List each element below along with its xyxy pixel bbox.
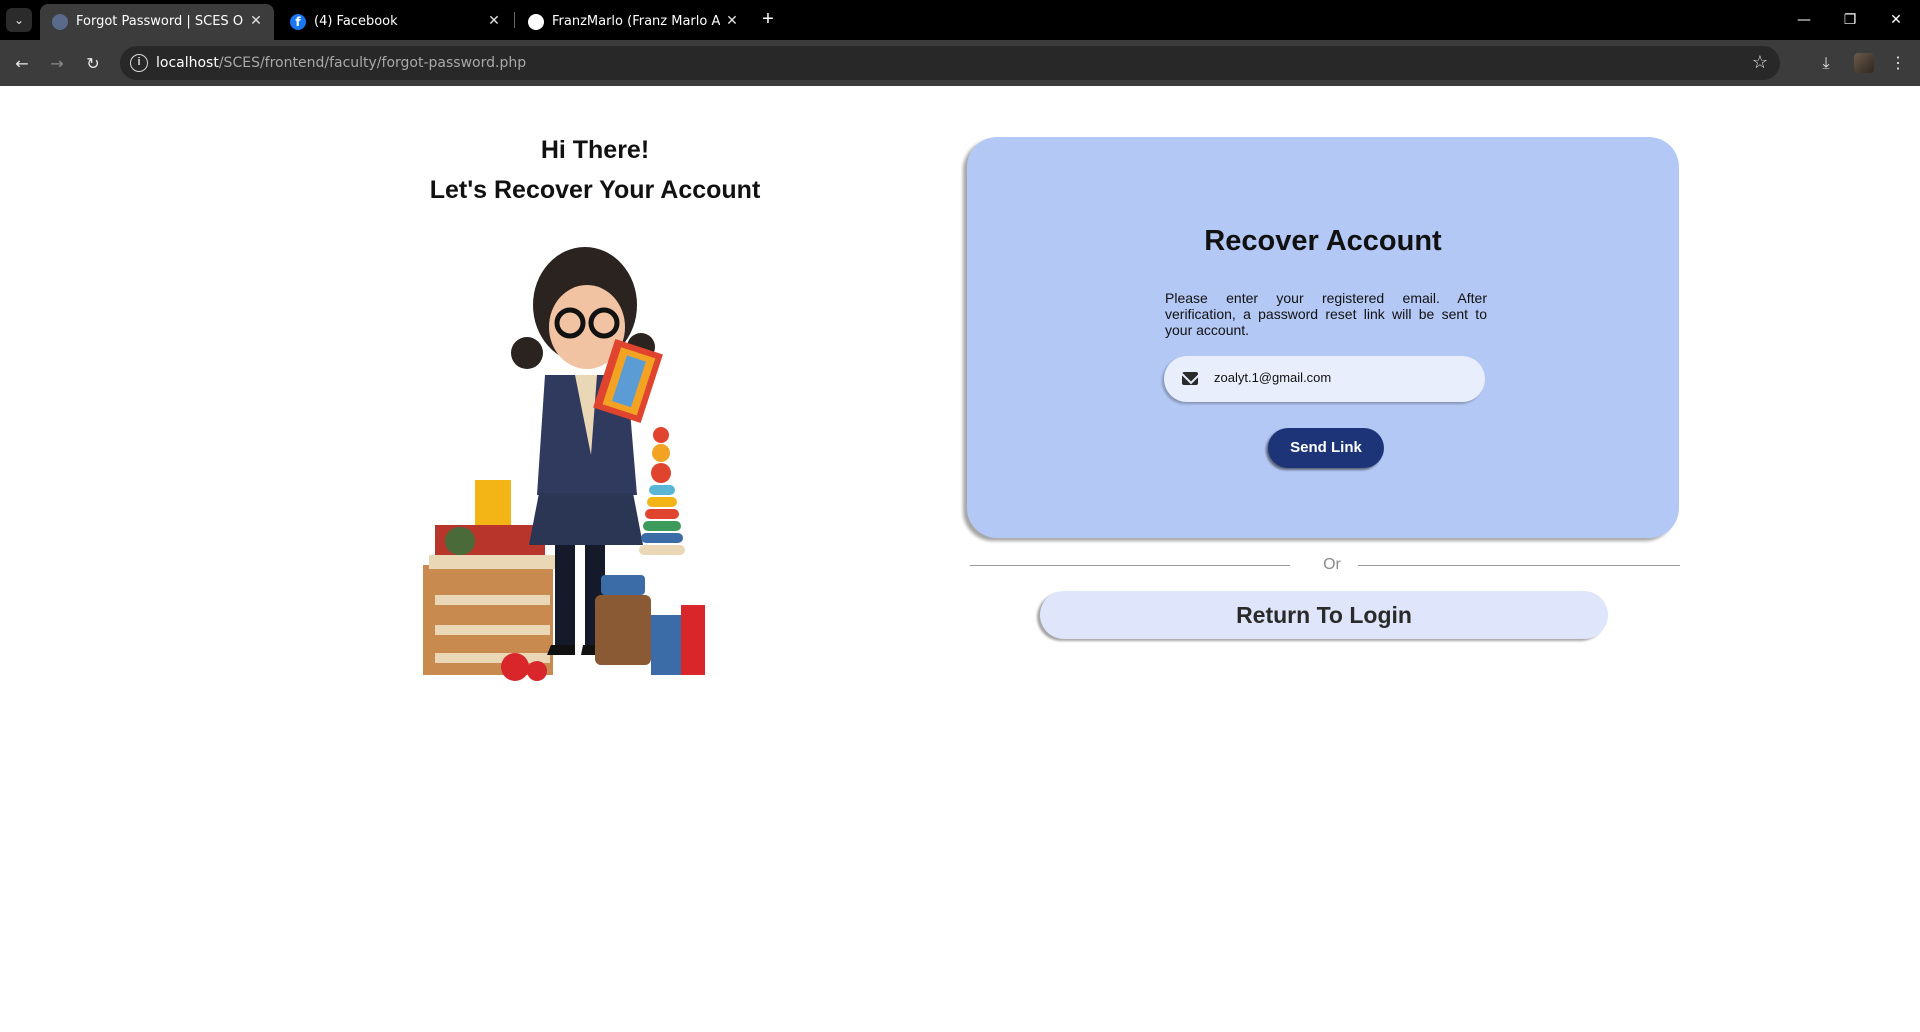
greeting-text: Hi There! — [540, 136, 650, 164]
card-description: Please enter your registered email. Afte… — [1165, 290, 1487, 338]
welcome-heading: Hi There! Let's Recover Your Account — [400, 130, 790, 210]
tab-search-chevron-icon[interactable]: ⌄ — [6, 8, 32, 32]
tab-github[interactable]: FranzMarlo (Franz Marlo Andal) ✕ — [516, 4, 750, 40]
or-divider: Or — [970, 554, 1680, 576]
tab-separator — [514, 12, 515, 28]
tab-title: Forgot Password | SCES Online — [76, 14, 244, 29]
address-bar[interactable]: i localhost/SCES/frontend/faculty/forgot… — [120, 46, 1780, 80]
url-path: /SCES/frontend/faculty/forgot-password.p… — [218, 55, 527, 71]
menu-dots-icon[interactable]: ⋮ — [1884, 50, 1912, 78]
reload-icon[interactable]: ↻ — [79, 50, 107, 78]
profile-avatar[interactable] — [1854, 53, 1874, 73]
facebook-icon: f — [290, 14, 306, 30]
envelope-icon — [1182, 372, 1198, 385]
close-icon[interactable]: ✕ — [484, 11, 504, 31]
or-label: Or — [1323, 556, 1341, 573]
send-link-button[interactable]: Send Link — [1268, 428, 1384, 468]
recover-subtitle: Let's Recover Your Account — [429, 176, 761, 204]
github-icon — [528, 14, 544, 30]
tab-forgot-password[interactable]: Forgot Password | SCES Online ✕ — [40, 4, 274, 40]
url-host: localhost — [156, 55, 219, 71]
teacher-with-books-illustration — [423, 247, 705, 681]
globe-icon — [52, 14, 68, 30]
browser-tab-bar: ⌄ Forgot Password | SCES Online ✕ f (4) … — [0, 0, 1920, 40]
back-arrow-icon[interactable]: ← — [8, 50, 36, 78]
email-value[interactable]: zoalyt.1@gmail.com — [1214, 370, 1331, 385]
recover-account-card: Recover Account Please enter your regist… — [967, 137, 1679, 538]
tab-title: (4) Facebook — [314, 14, 398, 29]
window-close-icon[interactable]: ✕ — [1876, 6, 1916, 34]
return-to-login-button[interactable]: Return To Login — [1040, 591, 1608, 639]
forward-arrow-icon[interactable]: → — [43, 50, 71, 78]
close-icon[interactable]: ✕ — [722, 11, 742, 31]
site-info-icon[interactable]: i — [130, 54, 148, 72]
browser-toolbar: ← → ↻ i localhost/SCES/frontend/faculty/… — [0, 40, 1920, 86]
divider-line-right — [1358, 565, 1680, 566]
minimize-icon[interactable]: — — [1784, 6, 1824, 34]
url-text[interactable]: localhost/SCES/frontend/faculty/forgot-p… — [156, 55, 526, 71]
email-field[interactable]: zoalyt.1@gmail.com — [1164, 356, 1485, 402]
divider-line-left — [970, 565, 1290, 566]
tab-facebook[interactable]: f (4) Facebook ✕ — [278, 4, 512, 40]
tab-title: FranzMarlo (Franz Marlo Andal) — [552, 14, 720, 29]
download-icon[interactable]: ⤓ — [1812, 50, 1840, 78]
close-icon[interactable]: ✕ — [246, 11, 266, 31]
card-title: Recover Account — [1204, 225, 1442, 257]
bookmark-star-icon[interactable]: ☆ — [1752, 52, 1768, 73]
restore-icon[interactable]: ❐ — [1830, 6, 1870, 34]
new-tab-icon[interactable]: + — [756, 8, 780, 32]
